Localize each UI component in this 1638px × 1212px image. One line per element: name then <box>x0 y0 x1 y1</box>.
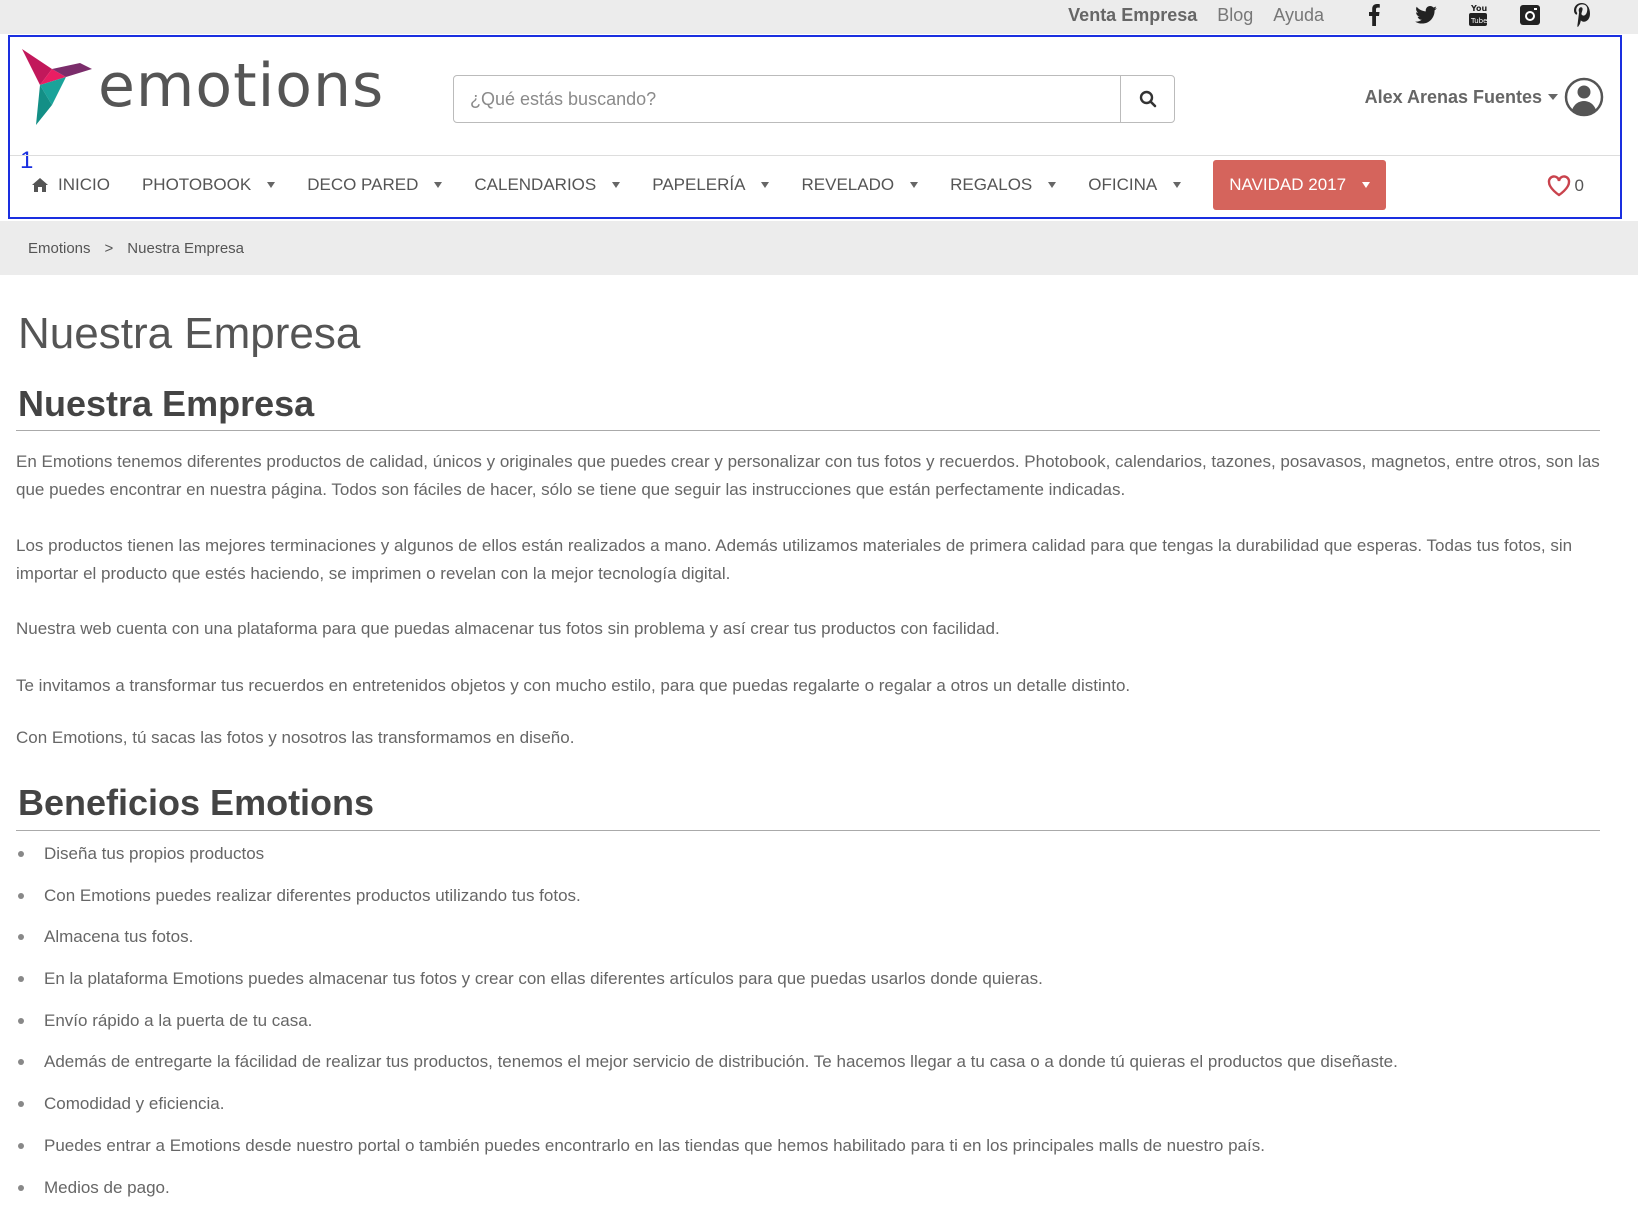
nav-item-navidad-2017[interactable]: NAVIDAD 2017 <box>1213 160 1387 210</box>
nav-label: NAVIDAD 2017 <box>1229 175 1347 194</box>
list-item: Además de entregarte la fácilidad de rea… <box>16 1048 1606 1090</box>
paragraph: Con Emotions, tú sacas las fotos y nosot… <box>16 728 575 747</box>
nav-label: REVELADO <box>801 175 895 194</box>
blog-link[interactable]: Blog <box>1217 5 1253 26</box>
home-icon <box>32 178 48 192</box>
facebook-icon[interactable] <box>1348 2 1400 28</box>
nav-item-deco-pared[interactable]: DECO PARED <box>307 161 443 209</box>
svg-text:You: You <box>1470 4 1488 13</box>
list-item: Diseña tus propios productos <box>16 840 1606 882</box>
nav-label: PHOTOBOOK <box>141 175 252 194</box>
user-avatar-icon <box>1564 77 1604 117</box>
list-item: Almacena tus fotos. <box>16 923 1606 965</box>
caret-down-icon <box>434 182 443 188</box>
benefits-list: Diseña tus propios productos Con Emotion… <box>16 840 1606 1212</box>
section-divider <box>16 830 1600 831</box>
caret-down-icon <box>1362 182 1371 188</box>
paragraph: Los productos tienen las mejores termina… <box>16 536 1573 583</box>
favorites-count: 0 <box>1574 176 1584 195</box>
top-utility-bar: Venta Empresa Blog Ayuda You Tube <box>0 0 1638 34</box>
main-navigation: INICIO PHOTOBOOK DECO PARED CALENDARIOS … <box>32 159 1418 211</box>
ayuda-link[interactable]: Ayuda <box>1273 5 1324 26</box>
favorites-button[interactable]: 0 <box>1547 175 1584 197</box>
top-links: Venta Empresa Blog Ayuda You Tube <box>1048 0 1608 30</box>
instagram-icon[interactable] <box>1504 2 1556 28</box>
header-divider <box>10 155 1620 156</box>
youtube-icon[interactable]: You Tube <box>1452 2 1504 28</box>
caret-down-icon <box>761 182 770 188</box>
user-name: Alex Arenas Fuentes <box>1364 86 1542 107</box>
caret-down-icon <box>1048 182 1057 188</box>
social-links: You Tube <box>1348 2 1608 28</box>
pinterest-icon[interactable] <box>1556 2 1608 28</box>
heart-icon <box>1547 175 1570 197</box>
list-item: Puedes entrar a Emotions desde nuestro p… <box>16 1132 1606 1174</box>
section-heading-nuestra-empresa: Nuestra Empresa <box>18 383 315 424</box>
list-item: Envío rápido a la puerta de tu casa. <box>16 1007 1606 1049</box>
caret-down-icon <box>910 182 919 188</box>
breadcrumb: Emotions > Nuestra Empresa <box>0 221 1638 275</box>
list-item: Medios de pago. <box>16 1174 1606 1212</box>
paragraph: Nuestra web cuenta con una plataforma pa… <box>16 619 1000 638</box>
caret-down-icon <box>612 182 621 188</box>
chevron-down-icon <box>1548 94 1558 100</box>
emotions-logo[interactable]: emotions <box>22 45 384 127</box>
nav-label: REGALOS <box>950 175 1033 194</box>
nav-item-inicio[interactable]: INICIO <box>32 161 110 209</box>
nav-item-regalos[interactable]: REGALOS <box>950 161 1057 209</box>
list-item: Comodidad y eficiencia. <box>16 1090 1606 1132</box>
nav-item-papeleria[interactable]: PAPELERÍA <box>652 161 770 209</box>
nav-label: DECO PARED <box>307 175 419 194</box>
nav-item-revelado[interactable]: REVELADO <box>801 161 919 209</box>
list-item: En la plataforma Emotions puedes almacen… <box>16 965 1606 1007</box>
paragraph: Te invitamos a transformar tus recuerdos… <box>16 676 1131 695</box>
search-button[interactable] <box>1120 76 1174 122</box>
breadcrumb-separator: > <box>104 239 114 257</box>
nav-item-photobook[interactable]: PHOTOBOOK <box>141 161 276 209</box>
logo-wordmark: emotions <box>98 51 385 121</box>
nav-item-calendarios[interactable]: CALENDARIOS <box>474 161 621 209</box>
nav-item-oficina[interactable]: OFICINA <box>1088 161 1182 209</box>
page-title: Nuestra Empresa <box>18 309 361 358</box>
search-input[interactable] <box>454 76 1120 122</box>
caret-down-icon <box>1173 182 1182 188</box>
nav-label: INICIO <box>58 175 110 194</box>
user-menu[interactable]: Alex Arenas Fuentes <box>1365 77 1604 117</box>
section-divider <box>16 430 1600 431</box>
section-heading-beneficios: Beneficios Emotions <box>18 782 375 823</box>
site-header: 1 emotions Alex Arenas Fuentes INICIO PH… <box>8 35 1622 219</box>
list-item: Con Emotions puedes realizar diferentes … <box>16 882 1606 924</box>
search-bar <box>453 75 1175 123</box>
breadcrumb-home-link[interactable]: Emotions <box>28 240 91 257</box>
nav-label: CALENDARIOS <box>474 175 597 194</box>
svg-text:Tube: Tube <box>1470 17 1487 25</box>
nav-label: OFICINA <box>1088 175 1158 194</box>
venta-empresa-link[interactable]: Venta Empresa <box>1068 5 1197 26</box>
hummingbird-logo-icon <box>22 49 92 125</box>
breadcrumb-current: Nuestra Empresa <box>127 239 245 257</box>
nav-label: PAPELERÍA <box>652 175 746 194</box>
search-icon <box>1139 90 1156 108</box>
twitter-icon[interactable] <box>1400 2 1452 28</box>
paragraph: En Emotions tenemos diferentes productos… <box>16 452 1600 499</box>
caret-down-icon <box>267 182 276 188</box>
